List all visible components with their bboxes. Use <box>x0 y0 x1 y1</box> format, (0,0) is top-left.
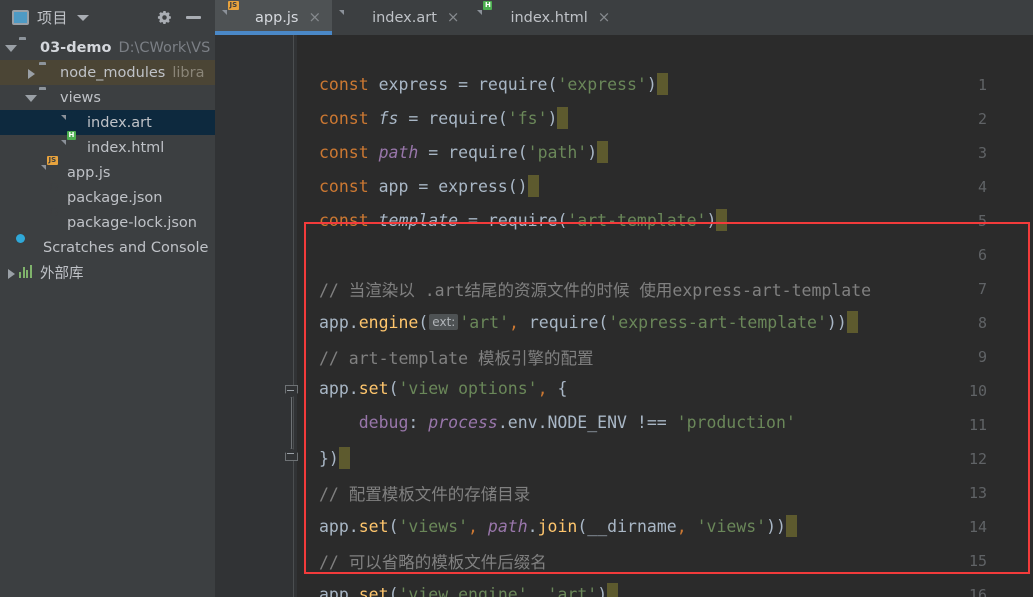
tree-item-path: D:\CWork\VS <box>118 39 211 56</box>
project-icon <box>12 10 29 25</box>
code-line-1[interactable]: const express = require('express') <box>319 73 668 95</box>
tab-index-html[interactable]: H index.html × <box>470 0 621 35</box>
tree-item-scratches-and-console[interactable]: Scratches and Console <box>0 235 215 260</box>
tree-item-label: views <box>60 89 101 106</box>
json-file-icon <box>46 190 62 206</box>
panel-tools <box>157 10 209 25</box>
top-bar: 项目 JS app.js × index.art × H index.html … <box>0 0 1033 35</box>
js-file-icon: JS <box>228 0 239 10</box>
tree-item-label: 外部库 <box>40 266 84 282</box>
project-panel-title: 项目 <box>37 9 69 27</box>
close-icon[interactable]: × <box>598 10 611 25</box>
code-content[interactable]: const express = require('express') const… <box>297 35 1033 597</box>
tab-label: index.html <box>510 9 588 26</box>
code-line-7[interactable]: // 当渲染以 .art结尾的资源文件的时候 使用express-art-tem… <box>319 277 871 301</box>
scratches-icon <box>22 240 38 256</box>
close-icon[interactable]: × <box>309 10 322 25</box>
code-line-11[interactable]: debug: process.env.NODE_ENV !== 'product… <box>319 413 796 432</box>
tree-item-package-lock-json[interactable]: package-lock.json <box>0 210 215 235</box>
code-line-4[interactable]: const app = express() <box>319 175 539 197</box>
twisty-right-icon[interactable] <box>4 266 17 279</box>
tree-item-package-json[interactable]: package.json <box>0 185 215 210</box>
tree-item-app-js[interactable]: JS app.js <box>0 155 215 185</box>
tree-item-index-art[interactable]: index.art <box>0 110 215 135</box>
twisty-down-icon[interactable] <box>24 91 37 104</box>
code-editor[interactable]: 1 2 3 4 5 6 7 8 9 10 11 12 13 14 15 16 1… <box>215 35 1033 597</box>
tree-item-label: node_modules <box>60 64 166 81</box>
parameter-hint: ext: <box>429 314 459 330</box>
project-tree[interactable]: 03-demo D:\CWork\VS node_modules libra v… <box>0 35 215 597</box>
code-line-3[interactable]: const path = require('path') <box>319 141 609 163</box>
art-file-icon <box>344 10 360 26</box>
line-number-gutter[interactable] <box>215 35 297 597</box>
twisty-right-icon[interactable] <box>24 66 37 79</box>
fold-region-line <box>291 393 292 455</box>
html-file-icon: H <box>483 0 493 10</box>
tree-item-note: libra <box>172 64 205 81</box>
code-line-13[interactable]: // 配置模板文件的存储目录 <box>319 481 530 505</box>
tree-item-node-modules[interactable]: node_modules libra <box>0 60 215 85</box>
chevron-down-icon[interactable] <box>77 14 90 21</box>
tree-item-label: index.html <box>87 139 165 156</box>
code-line-15[interactable]: // 可以省略的模板文件后缀名 <box>319 549 547 573</box>
twisty-down-icon[interactable] <box>4 41 17 54</box>
tree-item-label: package-lock.json <box>67 214 197 231</box>
tab-index-art[interactable]: index.art × <box>332 0 470 35</box>
fold-column-divider <box>293 35 294 597</box>
tree-item-views[interactable]: views <box>0 85 215 110</box>
folder-icon <box>19 40 35 56</box>
library-icon <box>19 264 35 281</box>
code-line-16[interactable]: app.set('view engine', 'art') <box>319 583 619 597</box>
js-file-icon: JS <box>47 155 58 165</box>
project-panel-header: 项目 <box>0 0 215 35</box>
code-line-5[interactable]: const template = require('art-template') <box>319 209 728 231</box>
tree-item-label: package.json <box>67 189 163 206</box>
html-file-icon: H <box>67 130 76 140</box>
minimize-icon[interactable] <box>186 16 201 19</box>
code-line-14[interactable]: app.set('views', path.join(__dirname, 'v… <box>319 515 797 537</box>
code-line-8[interactable]: app.engine(ext:'art', require('express-a… <box>319 311 858 333</box>
tab-label: app.js <box>255 9 299 26</box>
close-icon[interactable]: × <box>447 10 460 25</box>
editor-tab-bar: JS app.js × index.art × H index.html × <box>215 0 1033 35</box>
code-line-2[interactable]: const fs = require('fs') <box>319 107 569 129</box>
tree-item-label: Scratches and Console <box>43 239 209 256</box>
tree-item-label: app.js <box>67 164 111 181</box>
tree-item-03-demo[interactable]: 03-demo D:\CWork\VS <box>0 35 215 60</box>
main-area: 03-demo D:\CWork\VS node_modules libra v… <box>0 35 1033 597</box>
tree-item-label: index.art <box>87 114 152 131</box>
tree-item-index-html[interactable]: H index.html <box>0 130 215 160</box>
tree-item-external-libraries[interactable]: 外部库 <box>0 260 215 285</box>
json-file-icon <box>46 215 62 231</box>
code-line-10[interactable]: app.set('view options', { <box>319 379 567 398</box>
code-line-9[interactable]: // art-template 模板引擎的配置 <box>319 345 593 369</box>
ide-window: 项目 JS app.js × index.art × H index.html … <box>0 0 1033 597</box>
tab-label: index.art <box>372 9 437 26</box>
folder-icon <box>39 65 55 81</box>
code-line-12[interactable]: }) <box>319 447 350 469</box>
folder-icon <box>39 90 55 106</box>
gear-icon[interactable] <box>157 10 172 25</box>
tree-item-label: 03-demo <box>40 39 112 56</box>
tab-app-js[interactable]: JS app.js × <box>215 0 333 35</box>
art-file-icon <box>66 115 82 131</box>
